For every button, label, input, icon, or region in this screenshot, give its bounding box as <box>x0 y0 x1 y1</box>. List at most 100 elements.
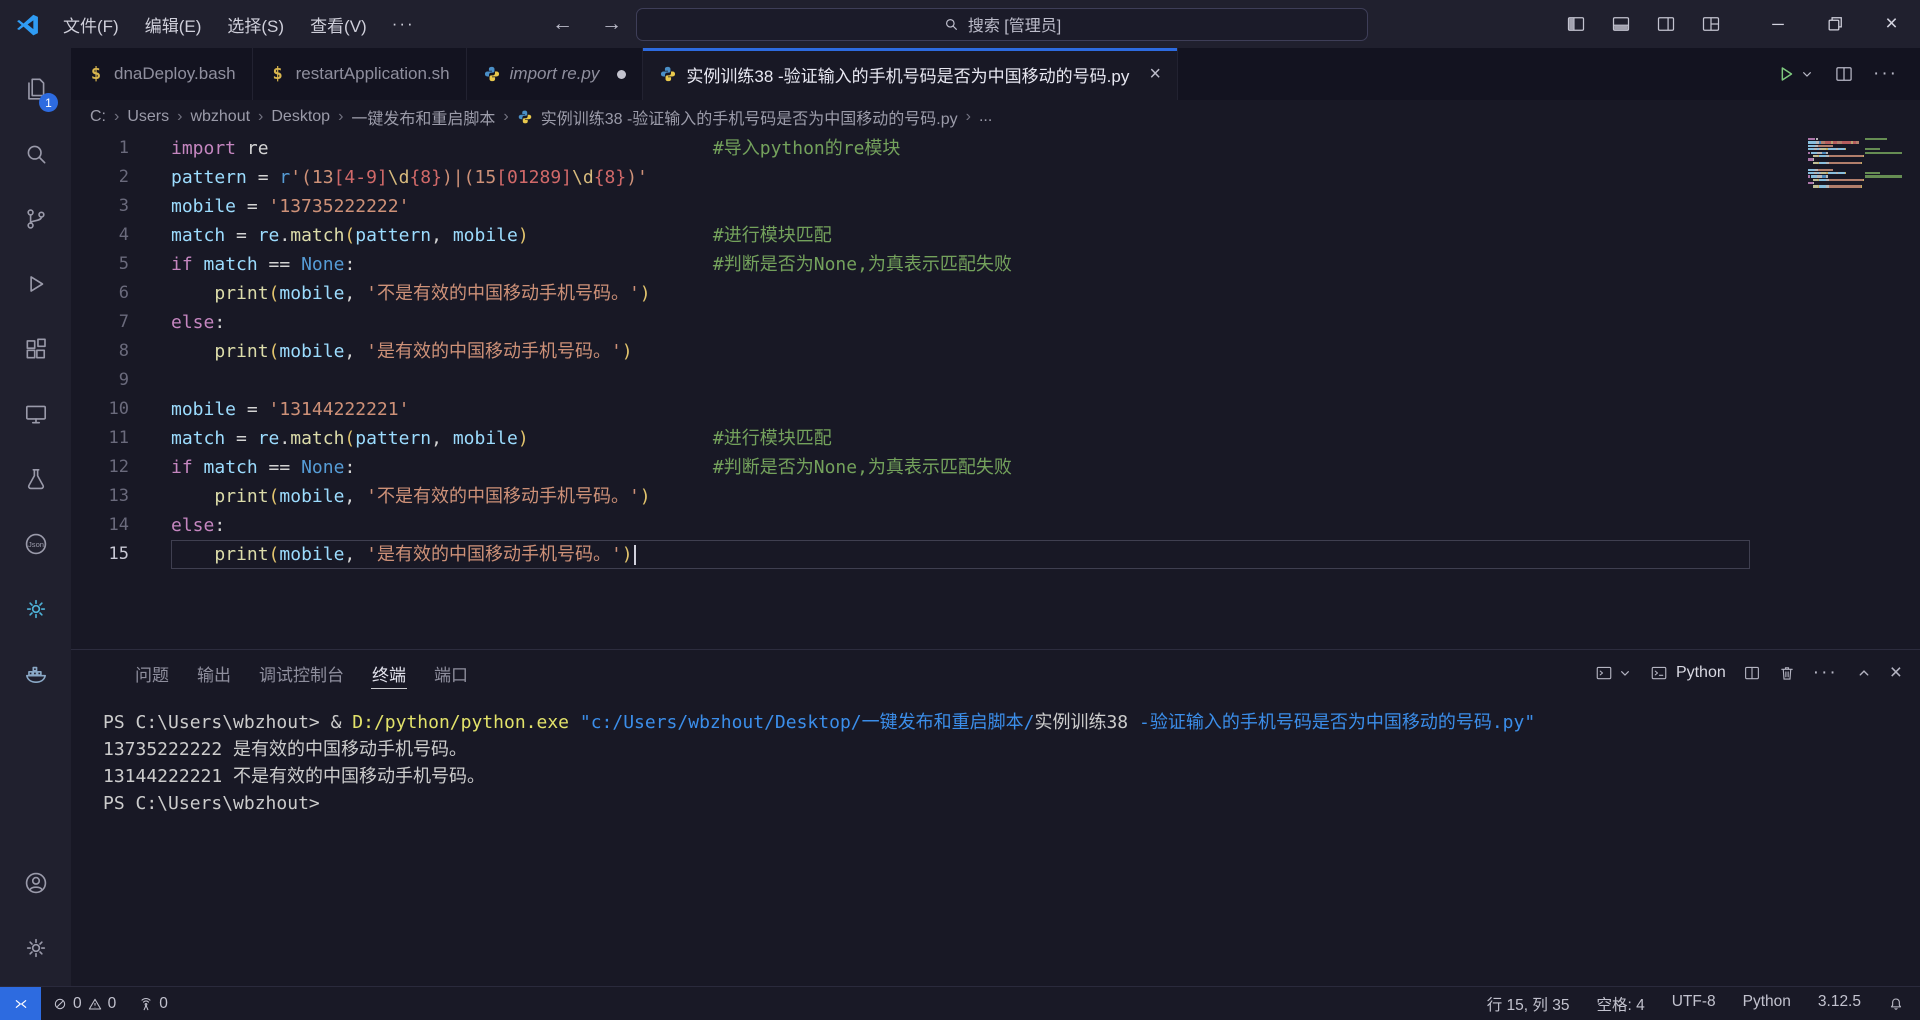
panel-tab-problems[interactable]: 问题 <box>121 650 183 696</box>
status-cursor-position[interactable]: 行 15, 列 35 <box>1487 993 1570 1015</box>
ports-count: 0 <box>159 994 168 1012</box>
line-content: mobile = '13144222221' <box>171 399 410 420</box>
code-line[interactable]: 11 match = re.match(pattern, mobile) #进行模… <box>71 424 1920 453</box>
nav-forward-button[interactable]: → <box>601 12 622 36</box>
activity-gear-extension[interactable] <box>0 576 71 641</box>
menu-edit[interactable]: 编辑(E) <box>132 0 215 48</box>
activity-search[interactable] <box>0 121 71 186</box>
activity-explorer[interactable]: 1 <box>0 56 71 121</box>
activity-extensions[interactable] <box>0 316 71 381</box>
tab-4[interactable]: 实例训练38 -验证输入的手机号码是否为中国移动的号码.py × <box>643 48 1179 100</box>
code-line[interactable]: 14 else: <box>71 511 1920 540</box>
line-content: if match == None: #判断是否为None,为真表示匹配失败 <box>171 457 1012 478</box>
run-python-file-button[interactable] <box>1775 63 1815 85</box>
menu-more-button[interactable]: ··· <box>380 14 427 34</box>
menu-file[interactable]: 文件(F) <box>50 0 132 48</box>
breadcrumb-segment[interactable]: Users <box>127 108 169 126</box>
line-number: 5 <box>118 254 129 274</box>
search-icon <box>23 141 49 167</box>
line-number: 6 <box>118 283 129 303</box>
status-encoding[interactable]: UTF-8 <box>1672 993 1716 1015</box>
code-line[interactable]: 1 import re #导入python的re模块 <box>71 134 1920 163</box>
breadcrumb-segment[interactable]: Desktop <box>271 108 330 126</box>
activity-remote-explorer[interactable] <box>0 381 71 446</box>
more-actions-icon[interactable]: ··· <box>1873 63 1898 85</box>
code-line[interactable]: 13 print(mobile, '不是有效的中国移动手机号码。') <box>71 482 1920 511</box>
activity-run-debug[interactable] <box>0 251 71 316</box>
minimize-button[interactable] <box>1749 0 1806 48</box>
kill-terminal-icon[interactable] <box>1778 664 1796 682</box>
split-terminal-icon[interactable] <box>1743 664 1761 682</box>
line-content: else: <box>171 312 226 333</box>
code-line[interactable]: 8 print(mobile, '是有效的中国移动手机号码。') <box>71 337 1920 366</box>
active-terminal-item[interactable]: Python <box>1650 664 1726 682</box>
menu-selection[interactable]: 选择(S) <box>214 0 297 48</box>
ports-status[interactable]: 0 <box>127 987 179 1020</box>
breadcrumb-segment[interactable]: 一键发布和重启脚本 <box>351 105 495 129</box>
close-window-button[interactable]: × <box>1863 0 1920 48</box>
maximize-panel-icon[interactable] <box>1855 664 1873 682</box>
status-indentation[interactable]: 空格: 4 <box>1596 993 1644 1015</box>
tab-1[interactable]: $ dnaDeploy.bash <box>71 48 253 100</box>
panel-more-actions-icon[interactable]: ··· <box>1813 662 1838 684</box>
restore-button[interactable] <box>1806 0 1863 48</box>
warning-icon <box>87 996 103 1012</box>
code-line[interactable]: 4 match = re.match(pattern, mobile) #进行模块… <box>71 221 1920 250</box>
problems-status[interactable]: 0 0 <box>41 987 127 1020</box>
activity-docker[interactable] <box>0 641 71 706</box>
code-line[interactable]: 3 mobile = '13735222222' <box>71 192 1920 221</box>
chevron-right-icon: › <box>258 108 264 125</box>
notifications-bell-icon[interactable] <box>1888 996 1904 1012</box>
minimap[interactable] <box>1808 138 1906 189</box>
line-number: 4 <box>118 225 129 245</box>
chevron-down-icon <box>1799 66 1815 82</box>
activity-testing[interactable] <box>0 446 71 511</box>
activity-settings[interactable] <box>0 915 71 980</box>
panel-tab-ports[interactable]: 端口 <box>420 650 482 696</box>
split-editor-icon[interactable] <box>1834 64 1854 84</box>
code-line[interactable]: 15 print(mobile, '是有效的中国移动手机号码。') <box>71 540 1920 569</box>
customize-layout-icon[interactable] <box>1701 14 1721 34</box>
new-terminal-button[interactable] <box>1595 664 1633 682</box>
settings-icon <box>23 935 49 961</box>
breadcrumb-segment[interactable]: C: <box>90 108 106 126</box>
code-line[interactable]: 5 if match == None: #判断是否为None,为真表示匹配失败 <box>71 250 1920 279</box>
tab-2[interactable]: $ restartApplication.sh <box>252 48 467 100</box>
panel-tab-terminal[interactable]: 终端 <box>358 650 420 696</box>
toggle-secondary-sidebar-icon[interactable] <box>1656 14 1676 34</box>
line-content: else: <box>171 515 226 536</box>
code-line[interactable]: 10 mobile = '13144222221' <box>71 395 1920 424</box>
toggle-sidebar-icon[interactable] <box>1566 14 1586 34</box>
terminal-line: 13144222221 不是有效的中国移动手机号码。 <box>103 766 486 787</box>
nav-back-button[interactable]: ← <box>552 12 573 36</box>
search-placeholder: 搜索 [管理员] <box>967 18 1062 35</box>
source-control-icon <box>23 206 49 232</box>
panel-tab-debug-console[interactable]: 调试控制台 <box>245 650 358 696</box>
code-line[interactable]: 7 else: <box>71 308 1920 337</box>
toggle-panel-icon[interactable] <box>1611 14 1631 34</box>
close-panel-icon[interactable]: × <box>1890 661 1902 685</box>
code-line[interactable]: 6 print(mobile, '不是有效的中国移动手机号码。') <box>71 279 1920 308</box>
status-language-mode[interactable]: Python <box>1743 993 1791 1015</box>
code-line[interactable]: 12 if match == None: #判断是否为None,为真表示匹配失败 <box>71 453 1920 482</box>
activity-accounts[interactable] <box>0 850 71 915</box>
line-number: 11 <box>108 428 129 448</box>
svg-text:Json: Json <box>27 539 43 548</box>
code-line[interactable]: 2 pattern = r'(13[4-9]\d{8})|(15[01289]\d… <box>71 163 1920 192</box>
menu-view[interactable]: 查看(V) <box>297 0 380 48</box>
breadcrumb-more[interactable]: ... <box>979 108 992 126</box>
code-line[interactable]: 9 <box>71 366 1920 395</box>
breadcrumb-file[interactable]: 实例训练38 -验证输入的手机号码是否为中国移动的号码.py <box>541 105 958 129</box>
remote-indicator[interactable] <box>0 987 41 1020</box>
breadcrumb-segment[interactable]: wbzhout <box>190 108 250 126</box>
terminal-profile-label: Python <box>1675 664 1726 681</box>
panel-tab-output[interactable]: 输出 <box>183 650 245 696</box>
tab-close-button[interactable]: × <box>1149 63 1161 86</box>
activity-source-control[interactable] <box>0 186 71 251</box>
warning-count: 0 <box>107 994 117 1012</box>
command-center-search[interactable]: 搜索 [管理员] <box>636 7 1368 41</box>
status-python-version[interactable]: 3.12.5 <box>1818 993 1861 1015</box>
terminal-output[interactable]: PS C:\Users\wbzhout> & D:/python/python.… <box>71 696 1920 987</box>
tab-3[interactable]: import re.py <box>466 48 644 100</box>
activity-json[interactable]: Json <box>0 511 71 576</box>
